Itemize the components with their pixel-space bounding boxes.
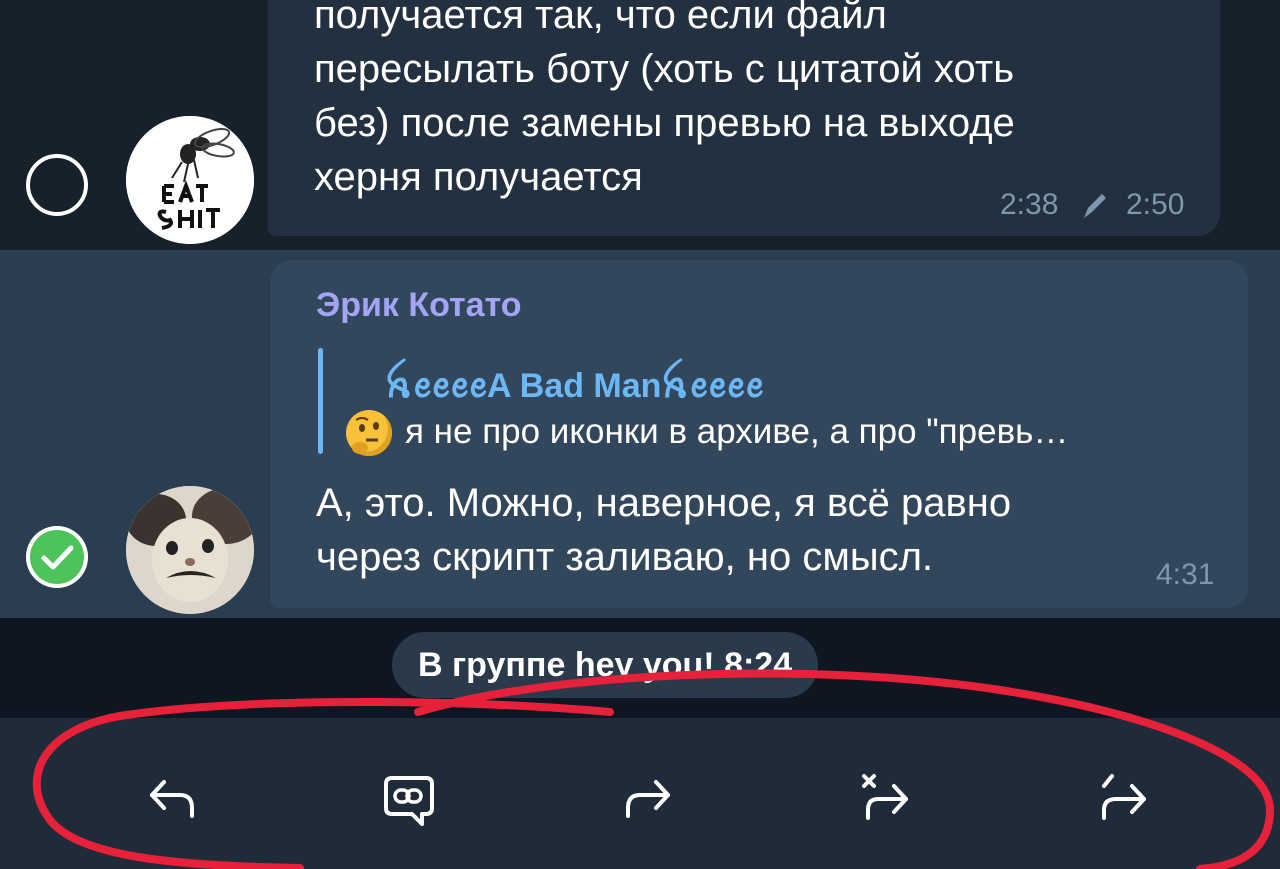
forward-icon	[626, 780, 670, 818]
selection-toolbar	[0, 718, 1280, 869]
message-text: получается так, что если файл пересылать…	[314, 0, 1015, 199]
checkmark-icon	[41, 545, 74, 570]
forward-button[interactable]	[608, 758, 688, 838]
copy-link-icon	[384, 776, 434, 826]
reply-accent-bar	[318, 348, 323, 454]
message-time: 4:31	[1156, 558, 1215, 591]
message-text: А, это. Можно, наверное, я всё равно чер…	[316, 481, 1012, 579]
message-row[interactable]: получается так, что если файл пересылать…	[0, 0, 1280, 250]
message-row-selected[interactable]: Эрик Котато ꫝꫀꫀꫀꫀA Bad Manꫝꫀꫀꫀꫀ я не про…	[0, 250, 1280, 618]
reply-button[interactable]	[132, 758, 212, 838]
cat-avatar-image	[126, 486, 254, 614]
forward-edit-icon	[1102, 774, 1146, 820]
edited-pencil-icon	[1080, 188, 1110, 227]
thinking-face-emoji-icon	[346, 410, 392, 456]
selected-check-circle[interactable]	[26, 526, 88, 588]
sender-name[interactable]: Эрик Котато	[316, 286, 522, 325]
fly-logo-image	[126, 116, 254, 244]
message-time: 2:38	[1000, 188, 1059, 221]
message-bubble[interactable]: получается так, что если файл пересылать…	[268, 0, 1220, 236]
select-circle[interactable]	[26, 154, 88, 216]
service-message[interactable]: В группе hey you! 8:24	[392, 632, 819, 698]
forward-without-author-icon	[862, 774, 908, 820]
avatar[interactable]	[126, 116, 254, 244]
copy-link-button[interactable]	[368, 758, 448, 838]
message-edited-time: 2:50	[1126, 188, 1185, 221]
forward-edit-button[interactable]	[1082, 758, 1162, 838]
forward-without-author-button[interactable]	[844, 758, 924, 838]
avatar[interactable]	[126, 486, 254, 614]
reply-text: я не про иконки в архиве, а про "превь…	[405, 412, 1069, 451]
reply-icon	[150, 780, 194, 818]
